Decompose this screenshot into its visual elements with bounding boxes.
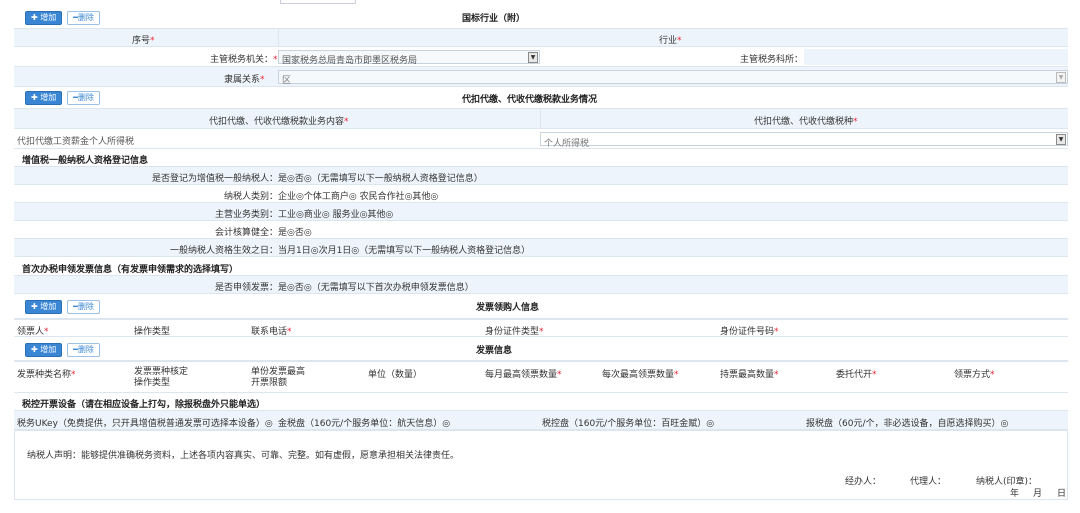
withholding-header: ✚ 增加 ━删除 代扣代缴、代收代缴税款业务情况	[14, 87, 1068, 109]
vat-q3-label: 主营业务类别：	[214, 210, 278, 220]
vat-row-2: 纳税人类别： 企业◎个体工商户◎ 农民合作社◎其他◎	[14, 185, 1068, 203]
column-header: 发票票种核定 操作类型	[134, 367, 189, 388]
column-header: 联系电话*	[251, 327, 292, 337]
tax-control-options: 税务UKey（免费提供，只开具增值税普通发票可选择本设备）◎ 金税盘（160元/…	[14, 411, 1068, 430]
tax-control-header: 税控开票设备（请在相应设备上打勾，除报税盘外只能单选）	[14, 393, 1068, 411]
column-header: 持票最高数量*	[720, 370, 779, 380]
plus-icon: ✚	[31, 93, 38, 102]
declaration-text: 纳税人声明：能够提供准确税务资料，上述各项内容真实、可靠、完整。如有虚假，愿意承…	[27, 451, 460, 461]
vat-q5-label: 一般纳税人资格生效之日：	[169, 246, 278, 256]
column-header: 领票方式*	[954, 370, 995, 380]
section-title: 增值税一般纳税人资格登记信息	[22, 156, 149, 166]
vat-row-4: 会计核算健全： 是◎否◎	[14, 221, 1068, 239]
first-invoice-label: 是否申领发票：	[214, 283, 278, 293]
tax-authority-label: 主管税务机关：*	[210, 55, 278, 65]
section-title: 发票领购人信息	[476, 303, 540, 313]
vat-q2-options[interactable]: 企业◎个体工商户◎ 农民合作社◎其他◎	[278, 189, 438, 202]
declaration-box: 纳税人声明：能够提供准确税务资料，上述各项内容真实、可靠、完整。如有虚假，愿意承…	[14, 430, 1068, 500]
first-invoice-row: 是否申领发票： 是◎否◎（无需填写以下首次办税申领发票信息）	[14, 276, 1068, 294]
dropdown-arrow-icon[interactable]: ▼	[1056, 72, 1066, 83]
tax-authority-select[interactable]: 国家税务总局青岛市即墨区税务局 ▼	[278, 50, 540, 66]
withholding-content-value: 代扣代缴工资薪金个人所得税	[17, 137, 135, 147]
date-month: 月	[1033, 489, 1043, 499]
column-header-tax: 代扣代缴、代收代缴税种*	[754, 117, 858, 127]
column-header: 发票种类名称*	[17, 370, 76, 380]
plus-icon: ✚	[31, 13, 38, 22]
tax-authority-row: 主管税务机关：* 国家税务总局青岛市即墨区税务局 ▼ 主管税务科所：	[14, 47, 1068, 67]
section-title: 代扣代缴、代收代缴税款业务情况	[462, 95, 598, 105]
first-invoice-options[interactable]: 是◎否◎（无需填写以下首次办税申领发票信息）	[278, 280, 474, 293]
taxpayer-seal-label: 纳税人(印章)：	[976, 477, 1038, 487]
vat-q3-options[interactable]: 工业◎商业◎ 服务业◎其他◎	[278, 207, 393, 220]
intl-industry-columns: 序号* 行业*	[14, 29, 1068, 47]
dropdown-arrow-icon[interactable]: ▼	[1056, 134, 1066, 145]
top-input-remnant	[280, 0, 356, 4]
affiliation-label: 隶属关系*	[224, 75, 265, 85]
device-option-golden-tax[interactable]: 金税盘（160元/个服务单位：航天信息）◎	[278, 416, 450, 429]
date-day: 日	[1057, 489, 1067, 499]
invoice-columns: 发票种类名称* 发票票种核定 操作类型 单份发票最高 开票限额 单位（数量） 每…	[14, 361, 1068, 393]
delete-button[interactable]: ━删除	[67, 300, 100, 314]
invoice-header: ✚ 增加 ━删除 发票信息	[14, 337, 1068, 361]
plus-icon: ✚	[31, 302, 38, 311]
delete-button[interactable]: ━删除	[67, 11, 100, 25]
device-option-tax-control[interactable]: 税控盘（160元/个服务单位：百旺金赋）◎	[542, 416, 714, 429]
column-header: 委托代开*	[836, 370, 877, 380]
plus-icon: ✚	[31, 345, 38, 354]
column-header: 单位（数量）	[368, 370, 423, 380]
column-header: 领票人*	[17, 327, 49, 337]
column-header: 身份证件号码*	[720, 327, 779, 337]
device-option-tax-report[interactable]: 报税盘（60元/个，非必选设备，自愿选择购买）◎	[806, 416, 1008, 429]
affiliation-select[interactable]: 区 ▼	[278, 70, 1068, 86]
add-button[interactable]: ✚ 增加	[25, 91, 63, 105]
withholding-data-row: 代扣代缴工资薪金个人所得税 个人所得税 ▼	[14, 129, 1068, 149]
vat-row-5: 一般纳税人资格生效之日： 当月1日◎次月1日◎（无需填写以下一般纳税人资格登记信…	[14, 239, 1068, 257]
column-header-industry: 行业*	[659, 36, 682, 46]
intl-industry-header: ✚ 增加 ━删除 国标行业（附）	[14, 6, 1068, 29]
handler-label: 经办人：	[845, 477, 882, 487]
vat-q4-options[interactable]: 是◎否◎	[278, 225, 312, 238]
column-header: 每月最高领票数量*	[485, 370, 562, 380]
add-button[interactable]: ✚ 增加	[25, 343, 63, 357]
column-header: 单份发票最高 开票限额	[251, 367, 306, 388]
section-title: 发票信息	[476, 346, 513, 356]
affiliation-row: 隶属关系* 区 ▼	[14, 67, 1068, 87]
recipient-header: ✚ 增加 ━删除 发票领购人信息	[14, 294, 1068, 319]
device-option-ukey[interactable]: 税务UKey（免费提供，只开具增值税普通发票可选择本设备）◎	[17, 416, 273, 429]
vat-q1-label: 是否登记为增值税一般纳税人：	[151, 174, 278, 184]
first-invoice-header: 首次办税申领发票信息（有发票申领需求的选择填写）	[14, 257, 1068, 276]
withholding-tax-select[interactable]: 个人所得税 ▼	[540, 132, 1068, 149]
delete-button[interactable]: ━删除	[67, 343, 100, 357]
column-header: 操作类型	[134, 327, 171, 337]
section-title: 税控开票设备（请在相应设备上打勾，除报税盘外只能单选）	[22, 400, 266, 410]
vat-row-1: 是否登记为增值税一般纳税人： 是◎否◎（无需填写以下一般纳税人资格登记信息）	[14, 167, 1068, 185]
dropdown-arrow-icon[interactable]: ▼	[528, 52, 538, 63]
add-button[interactable]: ✚ 增加	[25, 300, 63, 314]
vat-q4-label: 会计核算健全：	[214, 228, 278, 238]
delete-button[interactable]: ━删除	[67, 91, 100, 105]
vat-q5-options[interactable]: 当月1日◎次月1日◎（无需填写以下一般纳税人资格登记信息）	[278, 243, 530, 256]
withholding-columns: 代扣代缴、代收代缴税款业务内容* 代扣代缴、代收代缴税种*	[14, 109, 1068, 129]
column-header-seq: 序号*	[132, 36, 155, 46]
agent-label: 代理人：	[910, 477, 947, 487]
tax-section-label: 主管税务科所：	[740, 55, 804, 65]
vat-q1-options[interactable]: 是◎否◎（无需填写以下一般纳税人资格登记信息）	[278, 171, 483, 184]
recipient-columns: 领票人* 操作类型 联系电话* 身份证件类型* 身份证件号码*	[14, 319, 1068, 337]
add-button[interactable]: ✚ 增加	[25, 11, 63, 25]
column-header: 每次最高领票数量*	[602, 370, 679, 380]
vat-row-3: 主营业务类别： 工业◎商业◎ 服务业◎其他◎	[14, 203, 1068, 221]
date-year: 年	[1010, 489, 1020, 499]
tax-section-input[interactable]	[804, 49, 1068, 65]
section-title: 首次办税申领发票信息（有发票申领需求的选择填写）	[22, 265, 239, 275]
section-title: 国标行业（附）	[462, 14, 526, 24]
vat-header: 增值税一般纳税人资格登记信息	[14, 149, 1068, 167]
vat-q2-label: 纳税人类别：	[223, 192, 278, 202]
column-header: 身份证件类型*	[485, 327, 544, 337]
column-header-content: 代扣代缴、代收代缴税款业务内容*	[209, 117, 349, 127]
